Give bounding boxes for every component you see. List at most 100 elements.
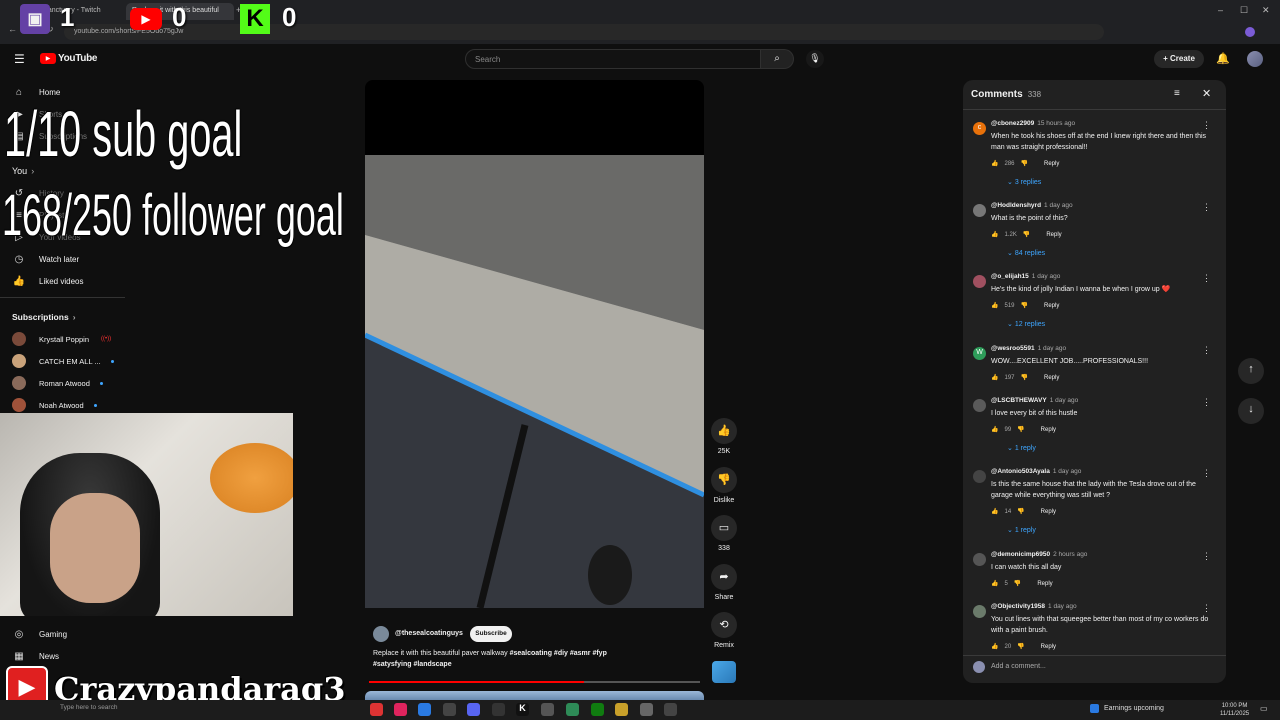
reply-button[interactable]: Reply xyxy=(1044,161,1059,167)
like-icon[interactable]: 👍 xyxy=(711,418,737,444)
like-icon[interactable]: 👍 xyxy=(991,643,998,650)
maximize-icon[interactable]: ☐ xyxy=(1240,5,1248,16)
more-options-icon[interactable]: ⋮ xyxy=(1202,120,1211,131)
reply-button[interactable]: Reply xyxy=(1044,375,1059,381)
dislike-icon[interactable]: 👎 xyxy=(1021,374,1028,381)
taskbar-search[interactable]: Type here to search xyxy=(60,704,117,711)
more-options-icon[interactable]: ⋮ xyxy=(1202,202,1211,213)
hamburger-menu-icon[interactable]: ☰ xyxy=(14,52,25,66)
remix-icon[interactable]: ⟲ xyxy=(711,612,737,638)
view-replies-button[interactable]: ⌄ 1 reply xyxy=(1007,526,1036,534)
channel-avatar[interactable] xyxy=(373,626,389,642)
taskbar-app-icon[interactable] xyxy=(615,703,628,716)
comment-avatar[interactable] xyxy=(973,470,986,483)
taskbar-app-icon[interactable] xyxy=(566,703,579,716)
close-window-icon[interactable]: ✕ xyxy=(1262,5,1270,16)
create-button[interactable]: + Create xyxy=(1154,50,1204,68)
comment-avatar[interactable] xyxy=(973,275,986,288)
reply-button[interactable]: Reply xyxy=(1046,232,1061,238)
dislike-icon[interactable]: 👎 xyxy=(711,467,737,493)
progress-track[interactable] xyxy=(369,681,700,683)
dislike-icon[interactable]: 👎 xyxy=(1017,426,1024,433)
notifications-bell-icon[interactable]: 🔔 xyxy=(1216,52,1230,65)
reply-button[interactable]: Reply xyxy=(1037,581,1052,587)
hashtags[interactable]: #sealcoating #diy #asmr #fyp xyxy=(510,650,607,657)
stocks-icon[interactable] xyxy=(1090,704,1099,713)
sidebar-item-gaming[interactable]: ◎ Gaming xyxy=(12,624,67,644)
add-comment-input[interactable]: Add a comment... xyxy=(991,663,1046,670)
taskbar-app-icon[interactable] xyxy=(492,703,505,716)
subscription-channel[interactable]: Noah Atwood xyxy=(12,395,97,415)
dislike-icon[interactable]: 👎 xyxy=(1023,231,1030,238)
clock[interactable]: 10:00 PM 11/11/2025 xyxy=(1220,702,1249,718)
address-bar[interactable]: youtube.com/shorts/FE5Odo75gJw xyxy=(64,24,1104,40)
dislike-icon[interactable]: 👎 xyxy=(1017,643,1024,650)
sidebar-item-watch-later[interactable]: ◷ Watch later xyxy=(12,249,80,269)
taskbar-app-icon[interactable] xyxy=(467,703,480,716)
account-avatar[interactable] xyxy=(1247,51,1263,67)
close-icon[interactable]: ✕ xyxy=(1202,87,1211,100)
previous-short-icon[interactable]: ↑ xyxy=(1238,358,1264,384)
view-replies-button[interactable]: ⌄ 12 replies xyxy=(1007,320,1045,328)
youtube-brand-icon[interactable]: ▶ xyxy=(40,53,56,64)
more-options-icon[interactable]: ⋮ xyxy=(1202,603,1211,614)
microphone-icon[interactable]: 🎙 xyxy=(806,50,824,68)
reply-button[interactable]: Reply xyxy=(1041,427,1056,433)
taskbar-app-icon[interactable] xyxy=(418,703,431,716)
sidebar-item-news[interactable]: ▦ News xyxy=(12,646,59,666)
next-short-icon[interactable]: ↓ xyxy=(1238,398,1264,424)
sound-thumbnail[interactable] xyxy=(712,661,736,683)
comment-avatar[interactable] xyxy=(973,605,986,618)
profile-avatar[interactable] xyxy=(1245,27,1255,37)
view-replies-button[interactable]: ⌄ 1 reply xyxy=(1007,444,1036,452)
like-icon[interactable]: 👍 xyxy=(991,302,998,309)
dislike-icon[interactable]: 👎 xyxy=(1021,160,1028,167)
comment-icon[interactable]: ▭ xyxy=(711,515,737,541)
news-widget[interactable]: Earnings upcoming xyxy=(1104,705,1164,712)
next-short-preview[interactable] xyxy=(365,691,704,700)
minimize-icon[interactable]: – xyxy=(1218,5,1223,15)
comment-avatar[interactable]: c xyxy=(973,122,986,135)
youtube-logo-text[interactable]: YouTube xyxy=(58,53,98,64)
reply-button[interactable]: Reply xyxy=(1041,509,1056,515)
taskbar-app-icon[interactable] xyxy=(443,703,456,716)
kick-app-icon[interactable]: K xyxy=(516,703,529,716)
comment-avatar[interactable] xyxy=(973,399,986,412)
more-options-icon[interactable]: ⋮ xyxy=(1202,273,1211,284)
dislike-icon[interactable]: 👎 xyxy=(1017,508,1024,515)
subscription-channel[interactable]: Roman Atwood xyxy=(12,373,103,393)
taskbar-app-icon[interactable] xyxy=(370,703,383,716)
like-icon[interactable]: 👍 xyxy=(991,580,998,587)
notification-center-icon[interactable]: ▭ xyxy=(1260,704,1268,713)
more-options-icon[interactable]: ⋮ xyxy=(1202,468,1211,479)
comment-avatar[interactable]: W xyxy=(973,347,986,360)
like-icon[interactable]: 👍 xyxy=(991,160,998,167)
search-icon[interactable]: ⌕ xyxy=(761,49,794,69)
sort-icon[interactable]: ≡ xyxy=(1174,88,1180,99)
sidebar-item-liked-videos[interactable]: 👍 Liked videos xyxy=(12,271,84,291)
more-options-icon[interactable]: ⋮ xyxy=(1202,551,1211,562)
subscribe-button[interactable]: Subscribe xyxy=(470,626,512,642)
hashtags[interactable]: #satysfying #landscape xyxy=(373,661,452,668)
subscription-channel[interactable]: CATCH EM ALL ... xyxy=(12,351,114,371)
like-icon[interactable]: 👍 xyxy=(991,426,998,433)
subscription-channel[interactable]: Krystall Poppin ((•)) xyxy=(12,329,111,349)
back-icon[interactable]: ← xyxy=(8,24,17,34)
sidebar-subscriptions-header[interactable]: Subscriptions › xyxy=(12,307,76,327)
reply-button[interactable]: Reply xyxy=(1041,644,1056,650)
taskbar-app-icon[interactable] xyxy=(541,703,554,716)
taskbar-app-icon[interactable] xyxy=(664,703,677,716)
dislike-icon[interactable]: 👎 xyxy=(1014,580,1021,587)
like-icon[interactable]: 👍 xyxy=(991,374,998,381)
comment-avatar[interactable] xyxy=(973,553,986,566)
view-replies-button[interactable]: ⌄ 3 replies xyxy=(1007,178,1041,186)
short-video-player[interactable] xyxy=(365,80,704,608)
reply-button[interactable]: Reply xyxy=(1044,303,1059,309)
like-icon[interactable]: 👍 xyxy=(991,231,998,238)
share-icon[interactable]: ➦ xyxy=(711,564,737,590)
xbox-icon[interactable] xyxy=(591,703,604,716)
comment-avatar[interactable] xyxy=(973,204,986,217)
more-options-icon[interactable]: ⋮ xyxy=(1202,397,1211,408)
channel-name[interactable]: @thesealcoatinguys xyxy=(395,630,463,637)
taskbar-app-icon[interactable] xyxy=(394,703,407,716)
